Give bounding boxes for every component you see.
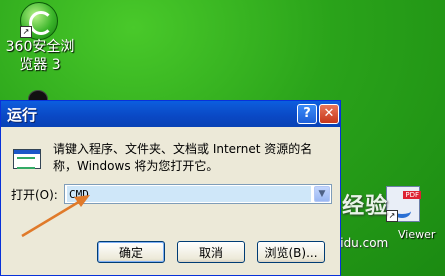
run-program-icon <box>13 149 41 171</box>
pdf-tag-icon: PDF <box>403 191 421 199</box>
shortcut-arrow-icon: ↗ <box>20 26 32 38</box>
dropdown-arrow-icon[interactable]: ▼ <box>314 186 330 202</box>
dialog-title: 运行 <box>7 106 38 124</box>
label-line-1: 360安全浏 <box>5 39 75 55</box>
open-combobox[interactable]: ▼ <box>64 184 332 204</box>
open-input[interactable] <box>67 186 311 202</box>
desktop-icon-label-360[interactable]: 360安全浏 览器 3 <box>0 38 80 74</box>
dialog-titlebar[interactable]: 运行 ? ✕ <box>1 101 340 127</box>
browse-button[interactable]: 浏览(B)... <box>257 241 325 263</box>
label-line-2: 览器 3 <box>19 57 61 73</box>
help-button[interactable]: ? <box>297 104 317 124</box>
bars-icon <box>17 157 35 169</box>
open-label: 打开(O): <box>11 188 58 202</box>
ok-button[interactable]: 确定 <box>97 241 165 263</box>
desktop-icon-label-viewer[interactable]: Viewer <box>398 226 435 244</box>
dialog-description: 请键入程序、文件夹、文档或 Internet 资源的名称，Windows 将为您… <box>53 142 313 173</box>
cancel-button[interactable]: 取消 <box>177 241 245 263</box>
run-dialog: 运行 ? ✕ 请键入程序、文件夹、文档或 Internet 资源的名称，Wind… <box>0 100 341 276</box>
close-button[interactable]: ✕ <box>319 104 339 124</box>
